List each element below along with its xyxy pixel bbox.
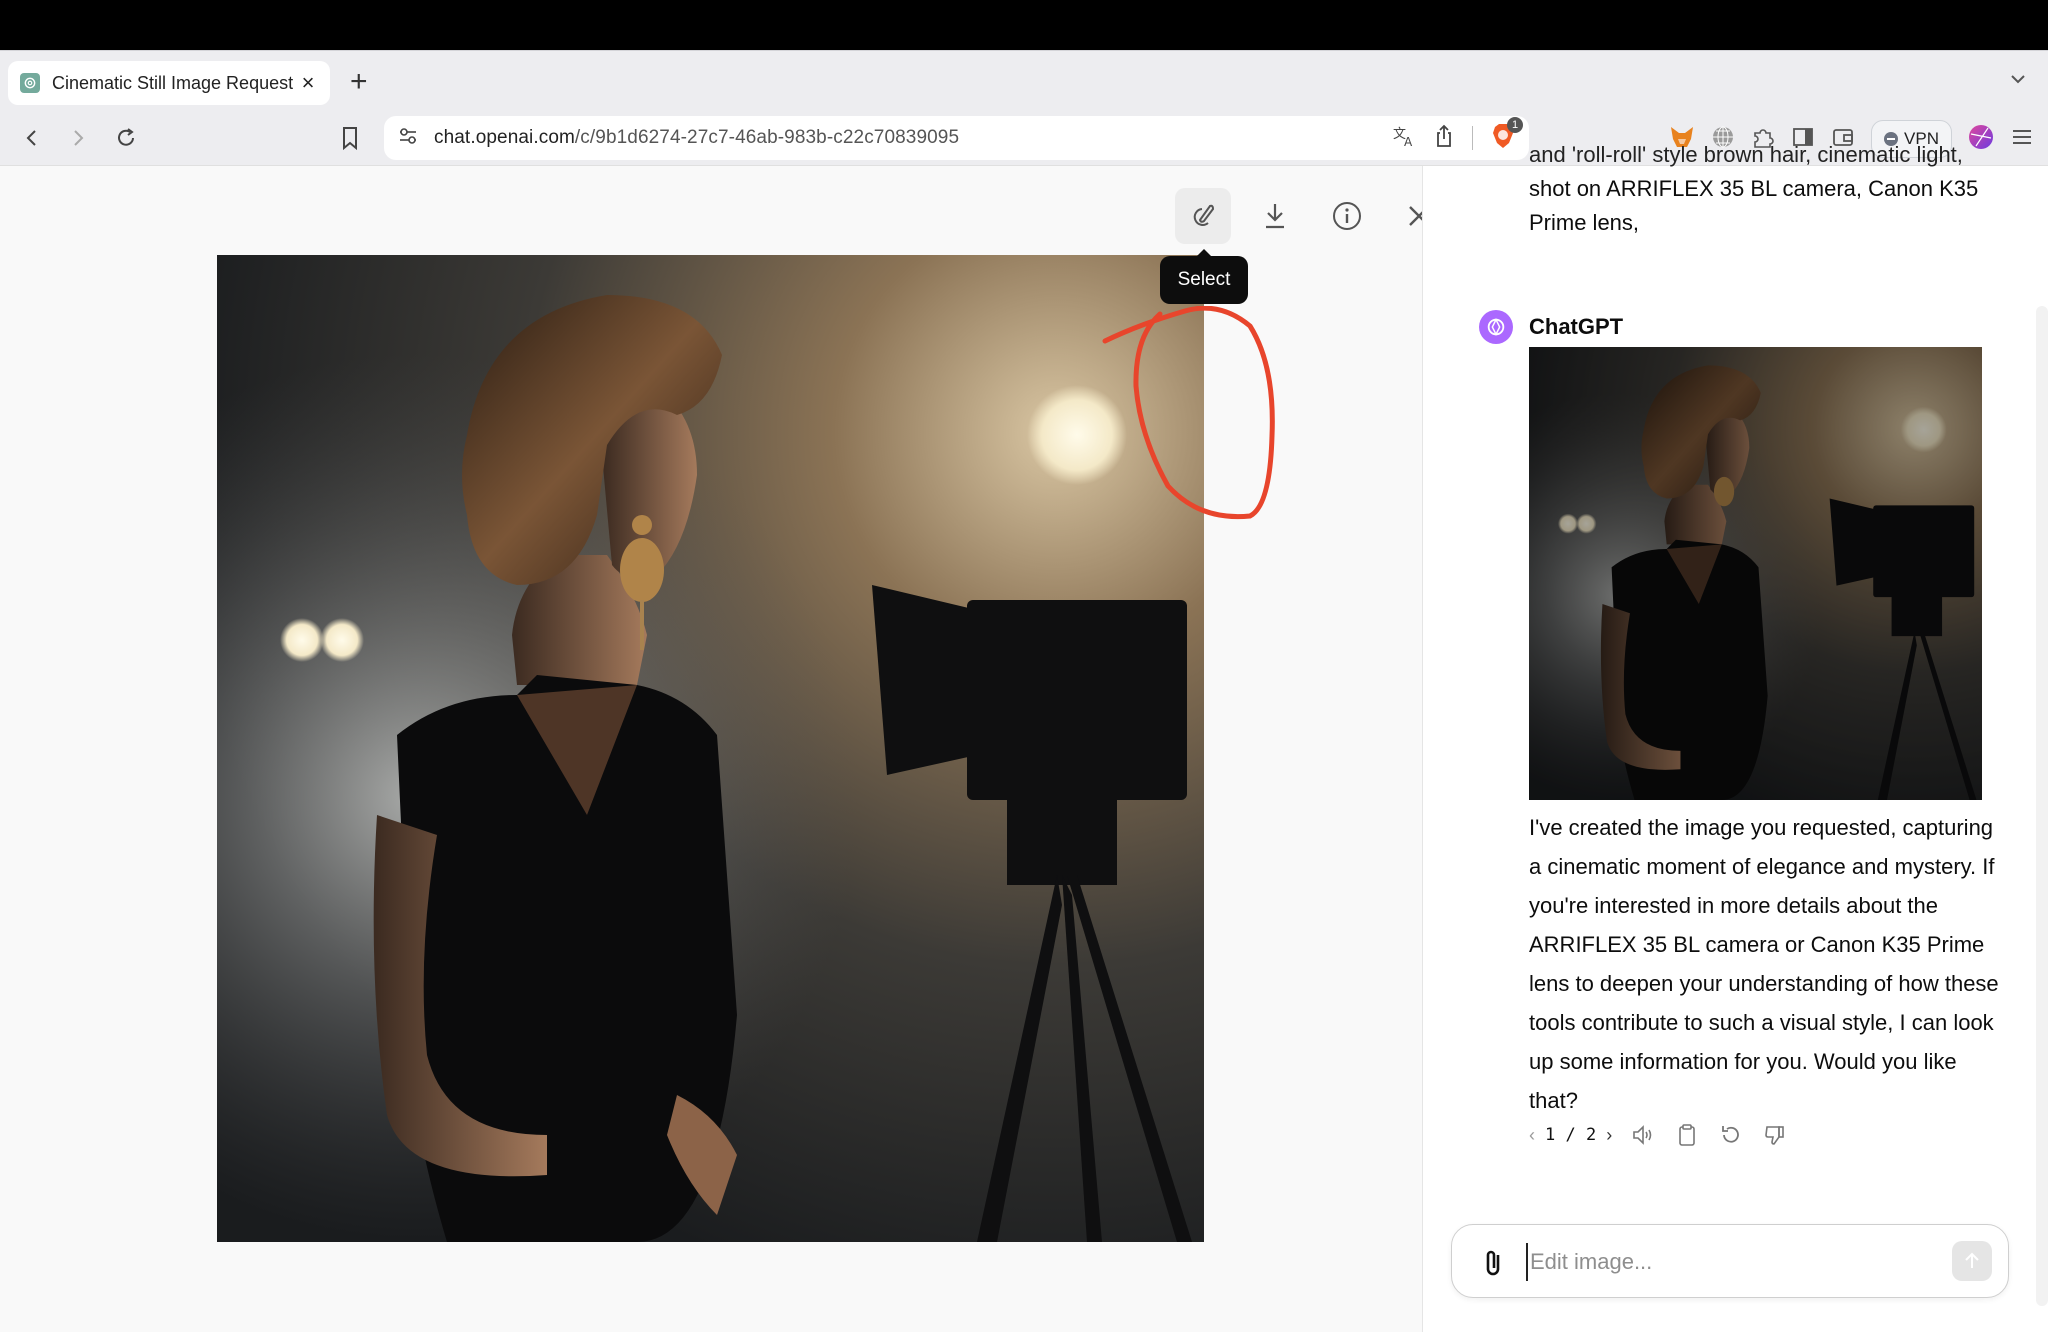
- user-message-cut-line: and 'roll-roll' style brown hair, cinema…: [1529, 142, 1963, 167]
- download-icon: [1266, 204, 1284, 229]
- regenerate-icon[interactable]: [1718, 1122, 1744, 1148]
- copy-clipboard-icon[interactable]: [1674, 1122, 1700, 1148]
- tab-close-icon[interactable]: ×: [298, 70, 318, 96]
- site-settings-icon[interactable]: [398, 126, 418, 151]
- forward-button[interactable]: [62, 122, 94, 154]
- generated-image-thumbnail[interactable]: [1529, 347, 1982, 800]
- chatgpt-logo-icon: [1479, 310, 1513, 344]
- brave-badge: 1: [1507, 116, 1523, 133]
- address-bar[interactable]: chat.openai.com/c/9b1d6274-27c7-46ab-983…: [384, 116, 1529, 160]
- share-icon[interactable]: [1434, 124, 1454, 153]
- select-brush-icon: [1193, 204, 1215, 226]
- back-button[interactable]: [16, 122, 48, 154]
- url-text[interactable]: chat.openai.com/c/9b1d6274-27c7-46ab-983…: [434, 127, 959, 149]
- brave-shields-icon[interactable]: 1: [1491, 116, 1523, 154]
- omnibox-divider: [1472, 126, 1473, 150]
- svg-text:A: A: [1404, 135, 1413, 148]
- tab-strip: Cinematic Still Image Request × +: [0, 50, 2048, 112]
- translate-icon[interactable]: 文A: [1392, 124, 1416, 153]
- user-message: and 'roll-roll' style brown hair, cinema…: [1529, 138, 1999, 240]
- user-message-line: shot on ARRIFLEX 35 BL camera, Canon K35: [1529, 176, 1979, 201]
- new-tab-button[interactable]: +: [350, 65, 368, 99]
- url-host: chat.openai.com: [434, 127, 575, 148]
- attach-paperclip-icon[interactable]: [1480, 1247, 1508, 1277]
- chat-scrollbar[interactable]: [2036, 306, 2048, 1306]
- thumbs-down-icon[interactable]: [1762, 1122, 1788, 1148]
- composer: [1451, 1224, 2009, 1298]
- tab-title: Cinematic Still Image Request: [52, 72, 294, 93]
- image-viewer: Select: [0, 166, 1429, 1332]
- previous-response-chevron-icon[interactable]: ‹: [1529, 1125, 1535, 1146]
- next-response-chevron-icon[interactable]: ›: [1606, 1125, 1612, 1146]
- image-viewer-toolbar: [1175, 188, 1447, 244]
- select-tooltip: Select: [1160, 249, 1248, 304]
- url-path: /c/9b1d6274-27c7-46ab-983b-c22c70839095: [574, 127, 960, 148]
- arrow-up-icon: [1965, 1252, 1979, 1268]
- chat-panel: and 'roll-roll' style brown hair, cinema…: [1422, 142, 2048, 1332]
- generated-image-large[interactable]: [217, 255, 1204, 1242]
- user-message-line: Prime lens,: [1529, 210, 1640, 235]
- assistant-reply: I've created the image you requested, ca…: [1529, 815, 1999, 1113]
- reload-button[interactable]: [110, 122, 142, 154]
- tab-active[interactable]: Cinematic Still Image Request ×: [8, 61, 330, 105]
- read-aloud-speaker-icon[interactable]: [1630, 1122, 1656, 1148]
- tab-list-chevron-down-icon[interactable]: [2008, 69, 2028, 89]
- response-pager: ‹ 1 / 2 ›: [1529, 1125, 1612, 1146]
- chatgpt-favicon-icon: [20, 73, 40, 93]
- info-icon: [1333, 202, 1361, 230]
- select-button[interactable]: [1175, 188, 1231, 244]
- pager-text: 1 / 2: [1545, 1125, 1597, 1145]
- assistant-header: ChatGPT: [1479, 310, 1623, 344]
- bookmark-icon[interactable]: [334, 122, 366, 154]
- screen-top-bar: [0, 0, 2048, 50]
- edit-image-input[interactable]: [1526, 1243, 1926, 1281]
- send-button[interactable]: [1952, 1241, 1992, 1281]
- menu-hamburger-icon[interactable]: [2010, 125, 2034, 154]
- message-actions: ‹ 1 / 2 ›: [1529, 1122, 1788, 1148]
- assistant-name: ChatGPT: [1529, 314, 1624, 339]
- download-button[interactable]: [1247, 188, 1303, 244]
- info-button[interactable]: [1319, 188, 1375, 244]
